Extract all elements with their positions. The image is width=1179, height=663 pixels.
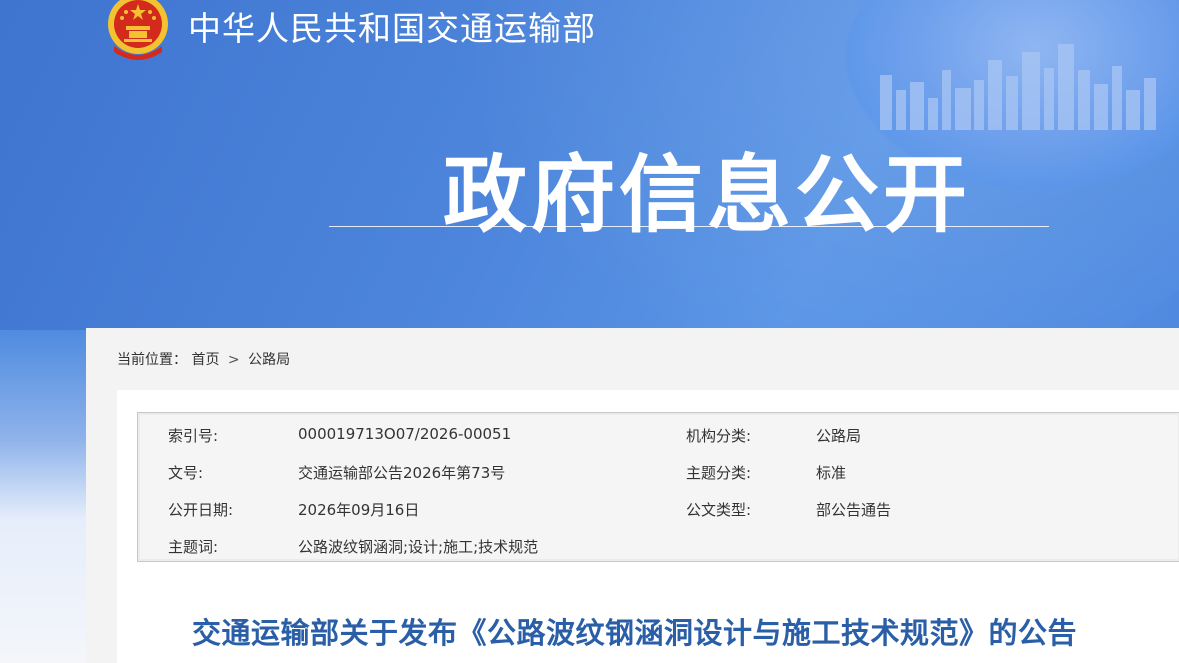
- breadcrumb-prefix: 当前位置：: [117, 352, 187, 368]
- topic-category-value: 标准: [816, 464, 847, 482]
- keywords-label: 主题词:: [168, 538, 219, 556]
- document-type-value: 部公告通告: [816, 501, 892, 519]
- publish-date-label: 公开日期:: [168, 501, 234, 519]
- ministry-name[interactable]: 中华人民共和国交通运输部: [188, 2, 596, 50]
- document-number-value: 交通运输部公告2026年第73号: [298, 464, 506, 482]
- article-title: 交通运输部关于发布《公路波纹钢涵洞设计与施工技术规范》的公告: [192, 616, 1078, 650]
- title-divider: [329, 226, 1049, 227]
- content-area: 当前位置： 首页 > 公路局 索引号: 000019713O07/2026-00…: [86, 328, 1179, 663]
- national-emblem-icon: [108, 0, 168, 60]
- article-panel: 索引号: 000019713O07/2026-00051 机构分类: 公路局 文…: [117, 390, 1179, 663]
- document-type-label: 公文类型:: [686, 501, 752, 519]
- agency-category-label: 机构分类:: [686, 427, 752, 445]
- index-number-label: 索引号:: [168, 427, 219, 445]
- keywords-value: 公路波纹钢涵洞;设计;施工;技术规范: [298, 538, 539, 556]
- city-skyline-decoration: [880, 44, 1156, 130]
- document-number-label: 文号:: [168, 464, 204, 482]
- header-banner: 中华人民共和国交通运输部 政府信息公开: [0, 0, 1179, 330]
- breadcrumb-home-link[interactable]: 首页: [191, 352, 219, 368]
- document-metadata-table: 索引号: 000019713O07/2026-00051 机构分类: 公路局 文…: [137, 412, 1179, 562]
- publish-date-value: 2026年09月16日: [298, 501, 420, 519]
- breadcrumb-separator: >: [227, 352, 240, 368]
- breadcrumb-highway-bureau-link[interactable]: 公路局: [248, 352, 290, 368]
- index-number-value: 000019713O07/2026-00051: [298, 425, 512, 443]
- agency-category-value: 公路局: [816, 427, 862, 445]
- section-title: 政府信息公开: [443, 146, 972, 244]
- breadcrumb: 当前位置： 首页 > 公路局: [117, 349, 290, 369]
- topic-category-label: 主题分类:: [686, 464, 752, 482]
